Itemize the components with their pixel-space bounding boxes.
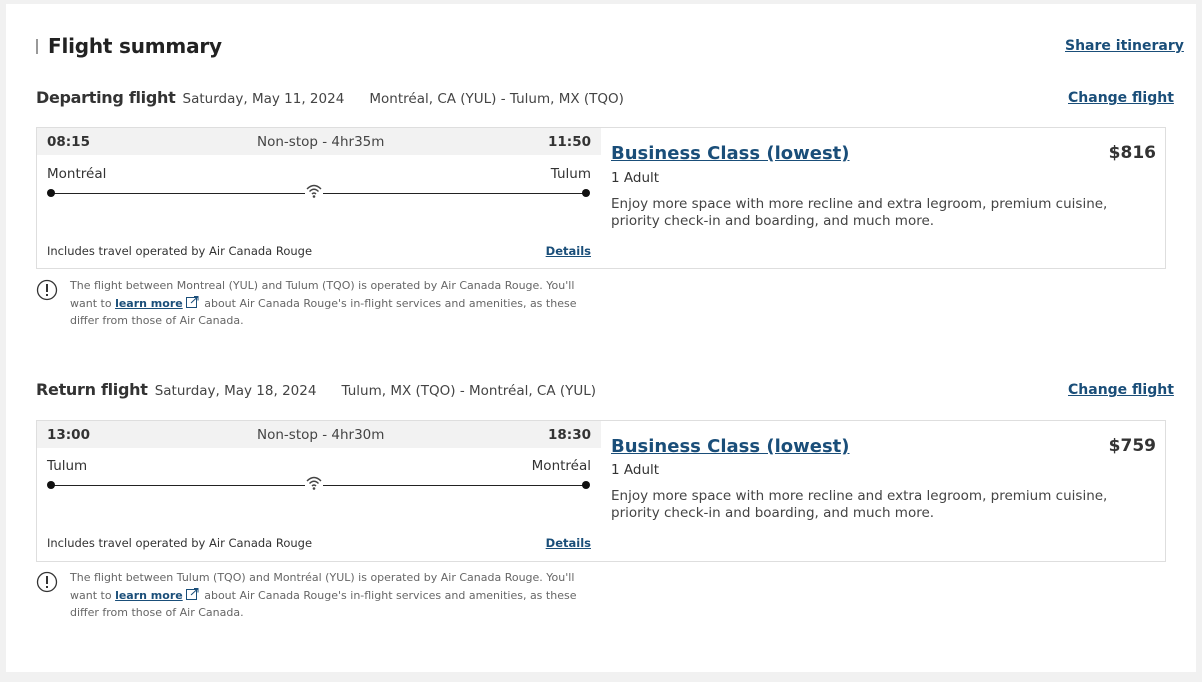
return-dest-dot [582, 481, 590, 489]
return-dest-city: Montréal [531, 458, 591, 474]
departing-header: Departing flight Saturday, May 11, 2024 … [36, 88, 624, 107]
departing-dest-city: Tulum [550, 166, 591, 182]
departing-depart-time: 08:15 [47, 134, 90, 150]
return-header: Return flight Saturday, May 18, 2024 Tul… [36, 380, 596, 399]
return-flight-card: 13:00 Non-stop - 4hr30m 18:30 Tulum Mont… [36, 420, 1166, 562]
departing-label: Departing flight [36, 88, 176, 107]
departing-route: Montréal, CA (YUL) - Tulum, MX (TQO) [369, 91, 624, 107]
departing-rouge-notice: The flight between Montreal (YUL) and Tu… [70, 277, 594, 330]
departing-flight-card: 08:15 Non-stop - 4hr35m 11:50 Montréal T… [36, 127, 1166, 269]
return-origin-city: Tulum [47, 458, 88, 474]
departing-duration: Non-stop - 4hr35m [257, 134, 385, 150]
return-fare-description: Enjoy more space with more recline and e… [611, 488, 1108, 521]
departing-price: $816 [1108, 143, 1156, 163]
share-itinerary-link[interactable]: Share itinerary [1065, 38, 1184, 54]
exclamation-circle-icon [36, 571, 58, 593]
wifi-icon [305, 475, 323, 491]
page-title: Flight summary [48, 34, 222, 58]
return-label: Return flight [36, 380, 148, 399]
departing-details-link[interactable]: Details [546, 244, 591, 258]
departing-arrive-time: 11:50 [548, 134, 591, 150]
departing-learn-more-link[interactable]: learn more [115, 297, 183, 310]
departing-date: Saturday, May 11, 2024 [182, 91, 345, 107]
wifi-icon [305, 183, 323, 199]
departing-fare-panel: Business Class (lowest) $816 1 Adult Enj… [601, 128, 1166, 268]
return-fare-panel: Business Class (lowest) $759 1 Adult Enj… [601, 421, 1166, 561]
title-accent-bar [36, 39, 38, 54]
return-times-bar: 13:00 Non-stop - 4hr30m 18:30 [37, 421, 601, 448]
departing-origin-city: Montréal [47, 166, 107, 182]
return-duration: Non-stop - 4hr30m [257, 427, 385, 443]
departing-origin-dot [47, 189, 55, 197]
return-route: Tulum, MX (TQO) - Montréal, CA (YUL) [341, 383, 597, 399]
departing-operated-note: Includes travel operated by Air Canada R… [47, 244, 313, 258]
departing-passengers: 1 Adult [611, 170, 660, 186]
external-link-icon[interactable] [185, 587, 199, 600]
return-depart-time: 13:00 [47, 427, 90, 443]
change-departing-flight-link[interactable]: Change flight [1068, 90, 1174, 106]
return-learn-more-link[interactable]: learn more [115, 589, 183, 602]
departing-itinerary: 08:15 Non-stop - 4hr35m 11:50 Montréal T… [37, 128, 601, 268]
return-operated-note: Includes travel operated by Air Canada R… [47, 536, 313, 550]
return-date: Saturday, May 18, 2024 [154, 383, 317, 399]
departing-times-bar: 08:15 Non-stop - 4hr35m 11:50 [37, 128, 601, 155]
return-origin-dot [47, 481, 55, 489]
departing-fare-name-link[interactable]: Business Class (lowest) [611, 143, 850, 164]
departing-fare-description: Enjoy more space with more recline and e… [611, 196, 1108, 229]
return-details-link[interactable]: Details [546, 536, 591, 550]
external-link-icon[interactable] [185, 295, 199, 308]
return-price: $759 [1108, 436, 1156, 456]
return-passengers: 1 Adult [611, 462, 660, 478]
change-return-flight-link[interactable]: Change flight [1068, 382, 1174, 398]
return-fare-name-link[interactable]: Business Class (lowest) [611, 436, 850, 457]
exclamation-circle-icon [36, 279, 58, 301]
departing-dest-dot [582, 189, 590, 197]
flight-summary-panel: Flight summary Share itinerary Departing… [6, 4, 1196, 672]
return-arrive-time: 18:30 [548, 427, 591, 443]
return-itinerary: 13:00 Non-stop - 4hr30m 18:30 Tulum Mont… [37, 421, 601, 561]
return-rouge-notice: The flight between Tulum (TQO) and Montr… [70, 569, 594, 622]
